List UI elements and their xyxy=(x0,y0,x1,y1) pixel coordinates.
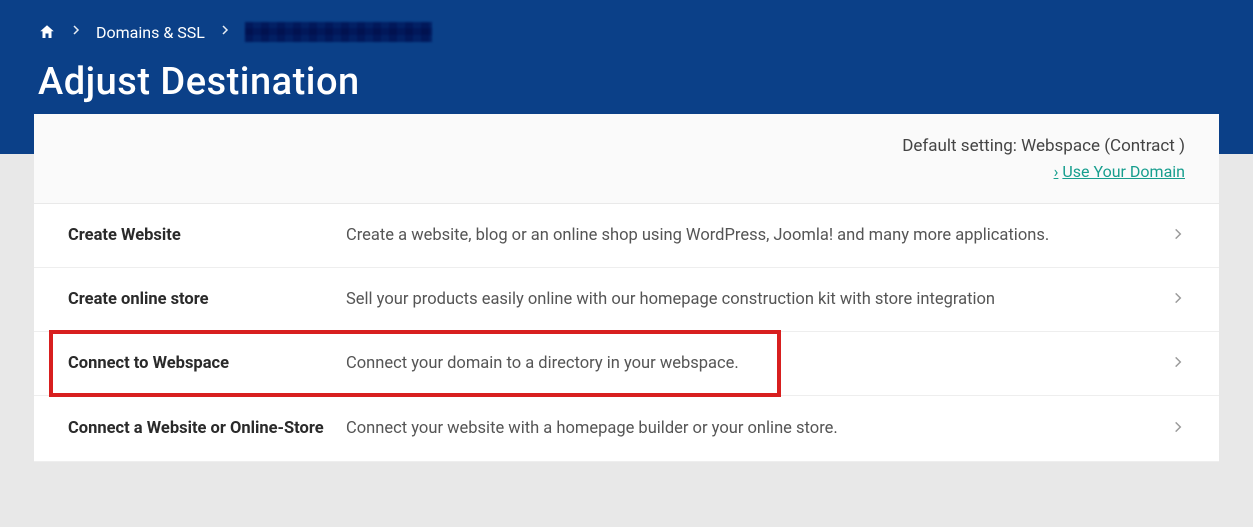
row-create-online-store[interactable]: Create online store Sell your products e… xyxy=(34,268,1219,332)
breadcrumb: Domains & SSL xyxy=(38,22,1215,42)
chevron-right-icon xyxy=(1171,225,1185,246)
use-your-domain-label: Use Your Domain xyxy=(1062,162,1185,181)
row-title: Connect a Website or Online-Store xyxy=(68,417,346,440)
row-description: Create a website, blog or an online shop… xyxy=(346,226,1155,245)
page-title: Adjust Destination xyxy=(38,60,1215,104)
breadcrumb-current-redacted xyxy=(245,22,432,42)
row-connect-to-webspace[interactable]: Connect to Webspace Connect your domain … xyxy=(34,332,1219,396)
row-create-website[interactable]: Create Website Create a website, blog or… xyxy=(34,204,1219,268)
row-title: Connect to Webspace xyxy=(68,354,346,373)
row-description: Connect your website with a homepage bui… xyxy=(346,419,1155,438)
row-title: Create online store xyxy=(68,290,346,309)
content-panel: Default setting: Webspace (Contract ) ›U… xyxy=(34,114,1219,462)
info-bar: Default setting: Webspace (Contract ) ›U… xyxy=(34,114,1219,204)
chevron-right-icon xyxy=(219,24,231,40)
destination-list: Create Website Create a website, blog or… xyxy=(34,204,1219,462)
row-description: Connect your domain to a directory in yo… xyxy=(346,354,1155,373)
home-icon[interactable] xyxy=(38,23,56,41)
row-description: Sell your products easily online with ou… xyxy=(346,290,1155,309)
row-connect-website-or-store[interactable]: Connect a Website or Online-Store Connec… xyxy=(34,396,1219,462)
chevron-right-icon xyxy=(1171,289,1185,310)
breadcrumb-domains-ssl[interactable]: Domains & SSL xyxy=(96,23,205,42)
row-title: Create Website xyxy=(68,226,346,245)
use-your-domain-link[interactable]: ›Use Your Domain xyxy=(68,162,1185,181)
chevron-right-icon xyxy=(1171,353,1185,374)
chevron-right-icon: › xyxy=(1054,162,1059,181)
chevron-right-icon xyxy=(1171,418,1185,439)
default-setting-text: Default setting: Webspace (Contract ) xyxy=(902,136,1185,156)
chevron-right-icon xyxy=(70,24,82,40)
